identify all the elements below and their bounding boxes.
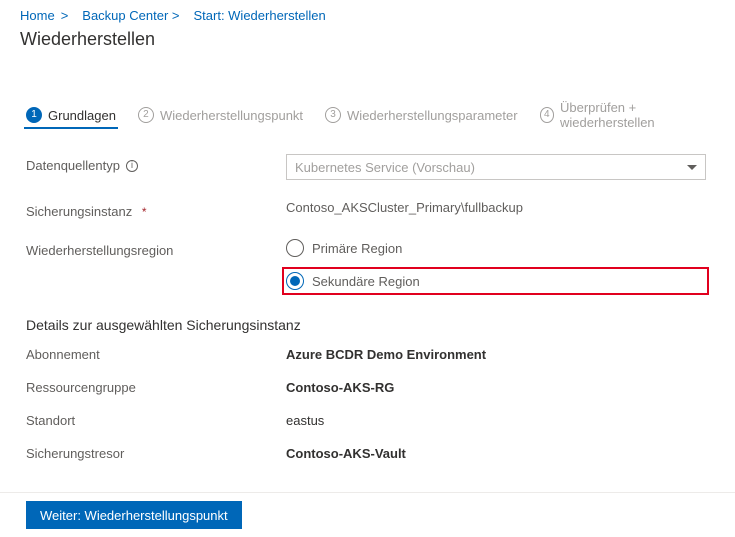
radio-icon	[286, 272, 304, 290]
chevron-right-icon: >	[61, 8, 69, 23]
step-basics[interactable]: 1 Grundlagen	[26, 107, 116, 129]
detail-resource-group: Ressourcengruppe Contoso-AKS-RG	[26, 380, 709, 395]
location-label: Standort	[26, 413, 286, 428]
footer: Weiter: Wiederherstellungspunkt	[0, 492, 735, 537]
vault-value: Contoso-AKS-Vault	[286, 446, 406, 461]
step-restore-params[interactable]: 3 Wiederherstellungsparameter	[325, 107, 518, 129]
detail-subscription: Abonnement Azure BCDR Demo Environment	[26, 347, 709, 362]
step-restore-point-label: Wiederherstellungspunkt	[160, 108, 303, 123]
detail-location: Standort eastus	[26, 413, 709, 428]
step-number-icon: 1	[26, 107, 42, 123]
step-number-icon: 3	[325, 107, 341, 123]
info-icon[interactable]: i	[126, 160, 138, 172]
radio-secondary-label: Sekundäre Region	[312, 274, 420, 289]
next-button[interactable]: Weiter: Wiederherstellungspunkt	[26, 501, 242, 529]
select-value: Kubernetes Service (Vorschau)	[295, 160, 475, 175]
resource-group-value: Contoso-AKS-RG	[286, 380, 394, 395]
label-text: Wiederherstellungsregion	[26, 243, 173, 258]
subscription-value: Azure BCDR Demo Environment	[286, 347, 486, 362]
restore-region-radio-group: Primäre Region Sekundäre Region	[286, 239, 709, 295]
step-number-icon: 2	[138, 107, 154, 123]
backup-instance-value: Contoso_AKSCluster_Primary\fullbackup	[286, 200, 709, 215]
page-title: Wiederherstellen	[0, 25, 735, 60]
label-text: Sicherungsinstanz	[26, 204, 132, 219]
form-area: Datenquellentyp i Kubernetes Service (Vo…	[0, 136, 735, 461]
row-backup-instance: Sicherungsinstanz * Contoso_AKSCluster_P…	[26, 200, 709, 219]
step-restore-point[interactable]: 2 Wiederherstellungspunkt	[138, 107, 303, 129]
step-review-label: Überprüfen + wiederherstellen	[560, 100, 715, 130]
radio-primary-region[interactable]: Primäre Region	[286, 239, 709, 257]
breadcrumb-home[interactable]: Home	[20, 8, 55, 23]
required-icon: *	[138, 206, 150, 218]
location-value: eastus	[286, 413, 324, 428]
step-number-icon: 4	[540, 107, 554, 123]
step-basics-label: Grundlagen	[48, 108, 116, 123]
backup-instance-label: Sicherungsinstanz *	[26, 200, 286, 219]
datasource-type-label: Datenquellentyp i	[26, 154, 286, 173]
breadcrumb-backup-center[interactable]: Backup Center >	[82, 8, 179, 23]
details-heading: Details zur ausgewählten Sicherungsinsta…	[26, 317, 709, 333]
row-datasource-type: Datenquellentyp i Kubernetes Service (Vo…	[26, 154, 709, 180]
radio-primary-label: Primäre Region	[312, 241, 402, 256]
restore-region-label: Wiederherstellungsregion	[26, 239, 286, 258]
label-text: Datenquellentyp	[26, 158, 120, 173]
step-review[interactable]: 4 Überprüfen + wiederherstellen	[540, 100, 715, 136]
radio-secondary-region[interactable]: Sekundäre Region	[286, 272, 420, 290]
datasource-type-select[interactable]: Kubernetes Service (Vorschau)	[286, 154, 706, 180]
step-restore-params-label: Wiederherstellungsparameter	[347, 108, 518, 123]
chevron-down-icon	[687, 165, 697, 170]
breadcrumb-start-restore[interactable]: Start: Wiederherstellen	[193, 8, 325, 23]
highlight-box: Sekundäre Region	[282, 267, 709, 295]
breadcrumb: Home > Backup Center > Start: Wiederhers…	[0, 0, 735, 25]
subscription-label: Abonnement	[26, 347, 286, 362]
wizard-steps: 1 Grundlagen 2 Wiederherstellungspunkt 3…	[0, 60, 735, 136]
detail-vault: Sicherungstresor Contoso-AKS-Vault	[26, 446, 709, 461]
radio-icon	[286, 239, 304, 257]
row-restore-region: Wiederherstellungsregion Primäre Region …	[26, 239, 709, 295]
vault-label: Sicherungstresor	[26, 446, 286, 461]
resource-group-label: Ressourcengruppe	[26, 380, 286, 395]
